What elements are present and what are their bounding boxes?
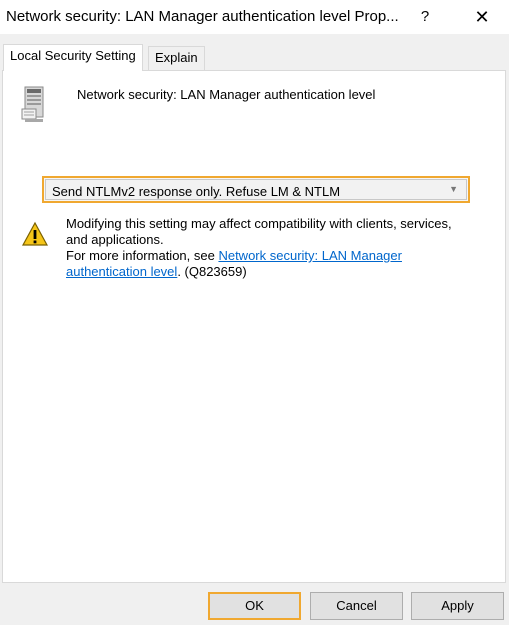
server-icon (21, 86, 44, 122)
cancel-button[interactable]: Cancel (310, 592, 403, 620)
more-info-prefix: For more information, see (66, 248, 219, 263)
title-bar: Network security: LAN Manager authentica… (0, 0, 509, 34)
ok-button[interactable]: OK (208, 592, 301, 620)
tab-panel: Network security: LAN Manager authentica… (2, 70, 506, 583)
warning-icon (21, 221, 49, 246)
help-button[interactable]: ? (412, 4, 438, 30)
warning-message: Modifying this setting may affect compat… (66, 216, 452, 247)
more-info-line: For more information, see Network securi… (66, 248, 476, 280)
chevron-down-icon[interactable]: ▼ (449, 184, 458, 194)
setting-select[interactable]: Send NTLMv2 response only. Refuse LM & N… (42, 176, 470, 203)
kb-reference: . (Q823659) (177, 264, 247, 279)
apply-button[interactable]: Apply (411, 592, 504, 620)
setting-select-field[interactable]: Send NTLMv2 response only. Refuse LM & N… (45, 179, 467, 200)
tab-local-security-setting[interactable]: Local Security Setting (3, 44, 143, 71)
tab-explain[interactable]: Explain (148, 46, 205, 70)
setting-select-value: Send NTLMv2 response only. Refuse LM & N… (52, 184, 341, 199)
window-title: Network security: LAN Manager authentica… (6, 8, 399, 25)
policy-name: Network security: LAN Manager authentica… (77, 87, 376, 102)
close-button[interactable]: ✕ (466, 4, 498, 30)
warning-text: Modifying this setting may affect compat… (66, 216, 476, 280)
dialog-body: Local Security Setting Explain Network s… (0, 34, 509, 625)
